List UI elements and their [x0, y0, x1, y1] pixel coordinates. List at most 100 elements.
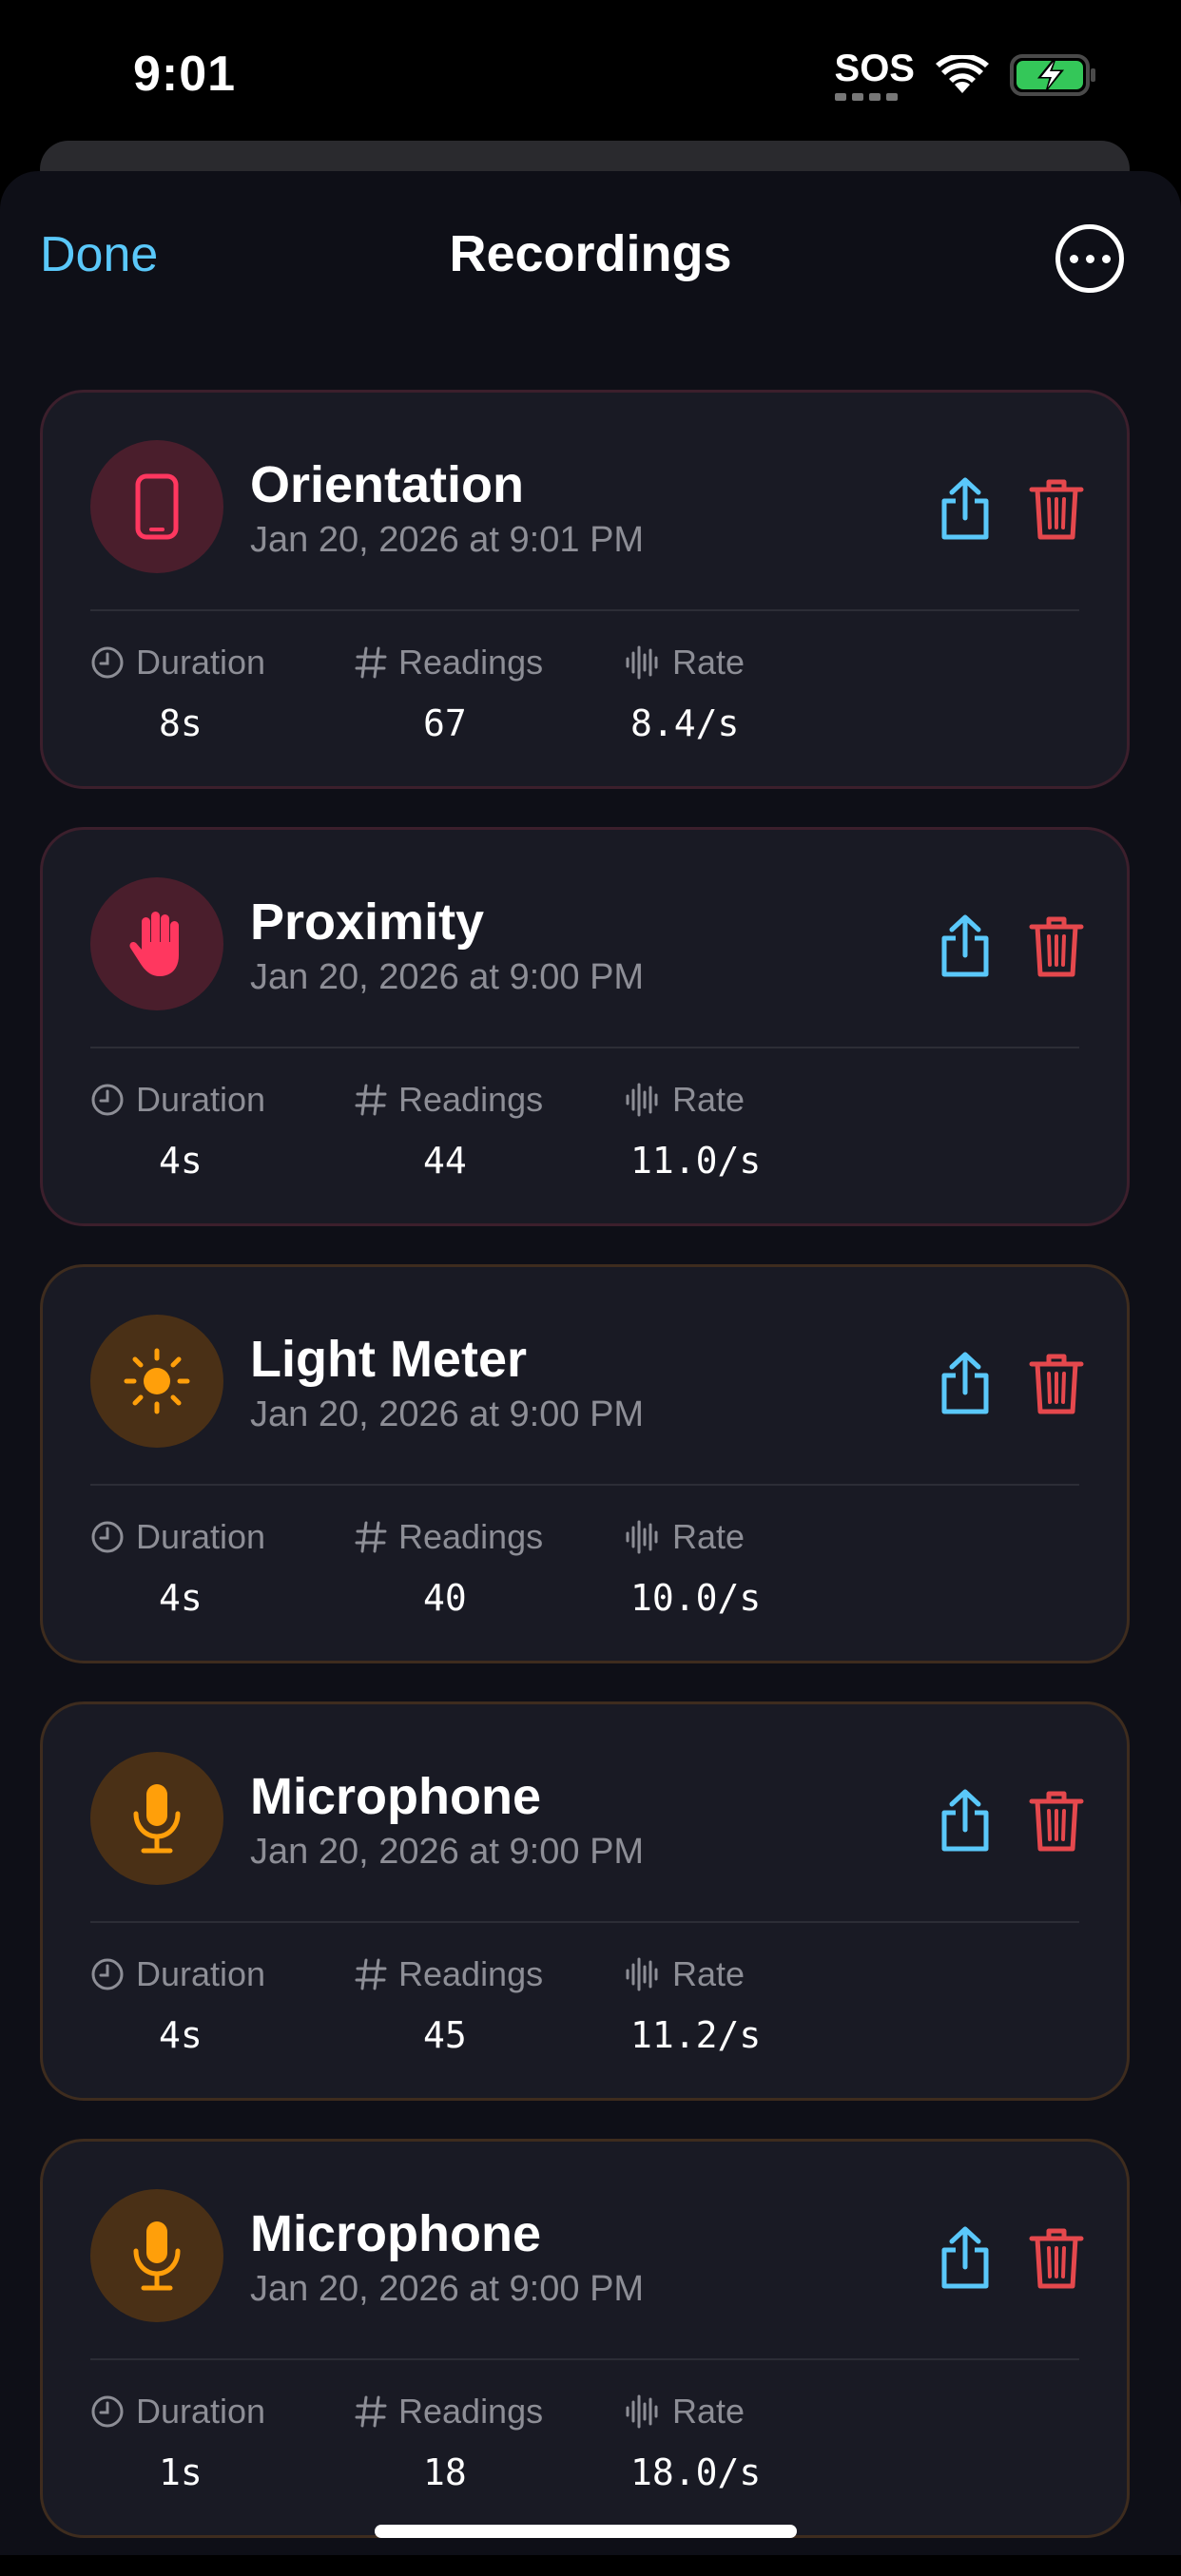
status-bar: 9:01 SOS: [0, 0, 1181, 143]
number-icon: [355, 1521, 387, 1553]
recording-title: Orientation: [250, 456, 525, 513]
recording-card[interactable]: Microphone Jan 20, 2026 at 9:00 PM Durat…: [40, 1701, 1130, 2101]
stat-label: Readings: [398, 1954, 544, 1993]
page-title: Recordings: [449, 225, 732, 282]
share-button[interactable]: [937, 476, 994, 543]
recordings-sheet: Done Recordings Orientation Jan 20, 2026…: [0, 171, 1181, 2555]
trash-icon: [1029, 1791, 1084, 1852]
clock-icon: [91, 646, 124, 679]
delete-button[interactable]: [1028, 2225, 1085, 2292]
delete-button[interactable]: [1028, 1788, 1085, 1855]
number-icon: [355, 1084, 387, 1116]
stat-readings: Readings 45: [355, 1953, 544, 2056]
recording-title: Microphone: [250, 2205, 541, 2262]
trash-icon: [1029, 2228, 1084, 2289]
share-icon: [941, 2226, 989, 2289]
waveform-icon: [626, 1083, 658, 1117]
stat-label: Duration: [136, 643, 266, 682]
delete-button[interactable]: [1028, 476, 1085, 543]
number-icon: [355, 646, 387, 679]
stat-readings: Readings 44: [355, 1079, 544, 1182]
stat-value: 4s: [159, 1577, 203, 1619]
clock-icon: [91, 1084, 124, 1116]
recording-date: Jan 20, 2026 at 9:00 PM: [250, 1832, 645, 1872]
phone-icon: [90, 440, 223, 573]
stat-readings: Readings 67: [355, 642, 544, 744]
share-button[interactable]: [937, 2225, 994, 2292]
stat-value: 44: [423, 1140, 467, 1182]
stat-label: Duration: [136, 1517, 266, 1556]
stat-label: Rate: [672, 1080, 745, 1119]
stat-rate: Rate 8.4/s: [625, 642, 745, 744]
stat-value: 18: [423, 2451, 467, 2493]
recording-card[interactable]: Proximity Jan 20, 2026 at 9:00 PM Durati…: [40, 827, 1130, 1226]
stat-label: Readings: [398, 2392, 544, 2431]
stat-label: Readings: [398, 643, 544, 682]
stat-value: 1s: [159, 2451, 203, 2493]
stat-label: Readings: [398, 1080, 544, 1119]
stat-value: 8.4/s: [630, 702, 740, 744]
stat-value: 40: [423, 1577, 467, 1619]
clock-icon: [91, 2395, 124, 2428]
ellipsis-circle-icon: [1069, 254, 1078, 263]
recording-card[interactable]: Light Meter Jan 20, 2026 at 9:00 PM Dura…: [40, 1264, 1130, 1663]
more-options-button[interactable]: [1055, 224, 1124, 293]
recording-card[interactable]: Microphone Jan 20, 2026 at 9:00 PM Durat…: [40, 2139, 1130, 2538]
delete-button[interactable]: [1028, 1351, 1085, 1417]
recording-title: Microphone: [250, 1768, 541, 1825]
waveform-icon: [626, 645, 658, 680]
stat-value: 67: [423, 702, 467, 744]
wifi-icon: [936, 55, 989, 93]
waveform-icon: [626, 1520, 658, 1554]
recording-date: Jan 20, 2026 at 9:00 PM: [250, 957, 645, 997]
divider: [90, 609, 1079, 611]
stat-label: Rate: [672, 643, 745, 682]
delete-button[interactable]: [1028, 913, 1085, 980]
stat-rate: Rate 11.0/s: [625, 1079, 761, 1182]
status-time: 9:01: [133, 47, 237, 102]
sos-label: SOS: [834, 48, 915, 89]
share-button[interactable]: [937, 1351, 994, 1417]
trash-icon: [1029, 1354, 1084, 1414]
waveform-icon: [626, 1957, 658, 1991]
stat-rate: Rate 10.0/s: [625, 1516, 761, 1619]
stat-label: Rate: [672, 1517, 745, 1556]
stat-value: 18.0/s: [630, 2451, 762, 2493]
share-button[interactable]: [937, 1788, 994, 1855]
stat-duration: Duration 4s: [90, 1953, 266, 2056]
divider: [90, 2358, 1079, 2360]
stat-value: 10.0/s: [630, 1577, 762, 1619]
status-icons: SOS: [834, 48, 1097, 101]
stat-label: Duration: [136, 2392, 266, 2431]
sos-indicator: SOS: [834, 48, 915, 101]
stat-duration: Duration 1s: [90, 2391, 266, 2493]
stat-label: Rate: [672, 2392, 745, 2431]
stat-value: 11.0/s: [630, 1140, 762, 1182]
stat-label: Rate: [672, 1954, 745, 1993]
recording-card[interactable]: Orientation Jan 20, 2026 at 9:01 PM Dura…: [40, 390, 1130, 789]
hand-icon: [90, 877, 223, 1010]
stat-value: 4s: [159, 1140, 203, 1182]
trash-icon: [1029, 916, 1084, 977]
share-button[interactable]: [937, 913, 994, 980]
recording-date: Jan 20, 2026 at 9:00 PM: [250, 1394, 645, 1434]
share-icon: [941, 1352, 989, 1414]
sun-icon: [90, 1315, 223, 1448]
stat-value: 8s: [159, 702, 203, 744]
number-icon: [355, 2395, 387, 2428]
recordings-list: Orientation Jan 20, 2026 at 9:01 PM Dura…: [40, 390, 1130, 2576]
signal-dots: [834, 93, 915, 101]
microphone-icon: [90, 1752, 223, 1885]
divider: [90, 1921, 1079, 1923]
microphone-icon: [90, 2189, 223, 2322]
stat-duration: Duration 8s: [90, 642, 266, 744]
recording-date: Jan 20, 2026 at 9:01 PM: [250, 520, 645, 560]
stat-value: 45: [423, 2014, 467, 2056]
home-indicator[interactable]: [375, 2525, 797, 2538]
recording-title: Proximity: [250, 894, 485, 951]
stat-readings: Readings 40: [355, 1516, 543, 1619]
recording-title: Light Meter: [250, 1331, 527, 1388]
stat-label: Duration: [136, 1954, 266, 1993]
trash-icon: [1029, 479, 1084, 540]
stat-rate: Rate 11.2/s: [625, 1953, 761, 2056]
